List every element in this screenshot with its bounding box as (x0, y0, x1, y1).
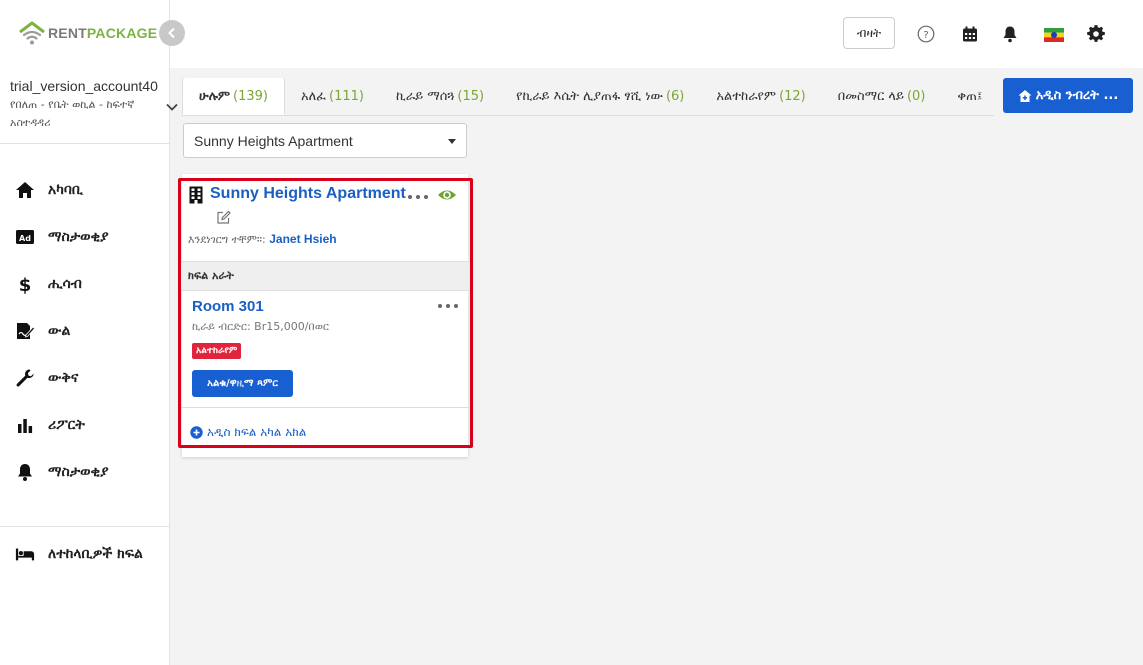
tab-under-maintenance[interactable]: በመስማር ላይ (0) (822, 78, 942, 115)
add-room-label: አዲስ ክፍል አካል አክል (207, 425, 307, 439)
building-icon (189, 186, 203, 204)
tab-label: አልተከራየም (716, 88, 777, 104)
add-property-button[interactable]: አዲስ ንብረት ... (1003, 78, 1133, 113)
sidebar-divider (0, 143, 170, 144)
top-bar: ብዛት ? (170, 0, 1143, 68)
rent-label: ኪራይ ብርድር: (192, 320, 251, 333)
room-name-link[interactable]: Room 301 (192, 298, 264, 315)
sidebar-extra: ለተከላቢዎች ክፍል (0, 530, 170, 577)
tab-label: ሁሉም (199, 88, 231, 104)
property-select[interactable]: Sunny Heights Apartment (183, 123, 467, 158)
add-property-label: አዲስ ንብረት ... (1035, 88, 1119, 103)
dollar-icon: $ (14, 273, 36, 295)
property-select-value: Sunny Heights Apartment (194, 132, 353, 149)
calendar-icon[interactable] (960, 24, 980, 44)
sidebar-collapse-button[interactable] (159, 20, 185, 46)
plus-circle-icon (190, 426, 203, 439)
room-more-icon[interactable] (438, 301, 458, 311)
account-role: የበለጠ - የቤት ወኪል - ከፍተኛ አስተዳዳሪ (10, 98, 135, 129)
account-name: trial_version_account40 (10, 78, 158, 94)
tab-label: በመስማር ላይ (837, 88, 904, 104)
sidebar-item-label: ውቅና (48, 369, 79, 386)
bell-icon (14, 461, 36, 483)
edit-icon[interactable] (216, 210, 231, 225)
managed-by: እንደነገርግ ተቸም።: Janet Hsieh (188, 232, 337, 247)
brand-logo[interactable]: RENTPACKAGE (18, 20, 157, 46)
sidebar-item-label: ውል (48, 322, 71, 339)
manager-link[interactable]: Janet Hsieh (269, 232, 336, 246)
chevron-down-icon[interactable] (165, 100, 179, 114)
flag-icon[interactable] (1044, 28, 1064, 42)
sidebar-item-label: ለተከላቢዎች ክፍል (48, 545, 143, 562)
sidebar-item-label: አካባቢ (48, 181, 83, 198)
tab-count: (111) (329, 88, 364, 104)
tab-count: (139) (233, 88, 268, 104)
eye-icon[interactable] (437, 187, 457, 203)
tab-rent-due[interactable]: ኪራይ ማሰጓ (15) (380, 78, 500, 115)
tab-expired[interactable]: አለፈ (111) (285, 78, 380, 115)
settings-gear-icon[interactable] (1086, 24, 1106, 44)
tab-label: ኪራይ ማሰጓ (395, 88, 455, 104)
sidebar-item-label: ሪፖርት (48, 416, 85, 433)
tab-count: (12) (779, 88, 806, 104)
sidebar-item-label: ሒሳብ (48, 275, 82, 292)
help-icon[interactable]: ? (916, 24, 936, 44)
sidebar-item-label: ማስታወቂያ (48, 228, 109, 245)
sidebar-item-location[interactable]: አካባቢ (0, 166, 170, 213)
ad-icon: Ad (14, 226, 36, 248)
account-switcher[interactable]: trial_version_account40 የበለጠ - የቤት ወኪል -… (10, 78, 180, 132)
more-button[interactable]: ብዛት (843, 17, 895, 49)
notification-bell-icon[interactable] (1000, 24, 1020, 44)
svg-text:Ad: Ad (19, 234, 31, 243)
status-badge: አልተከራየም (192, 343, 242, 359)
caret-down-icon (448, 139, 456, 144)
tab-label: የኪራይ እሴት ሊያጠፋ ፃሺ ነው (516, 88, 663, 104)
contract-icon (14, 320, 36, 342)
sidebar-item-label: ማስታወቂያ (48, 463, 109, 480)
sidebar-item-notifications[interactable]: ማስታወቂያ (0, 448, 170, 495)
tab-count: (6) (665, 88, 685, 104)
property-more-icon[interactable] (408, 192, 428, 202)
bed-icon (14, 543, 36, 565)
add-room-link[interactable]: አዲስ ክፍል አካል አክል (190, 425, 306, 440)
tab-count: (0) (906, 88, 926, 104)
svg-text:$: $ (19, 275, 32, 294)
sidebar-item-accounting[interactable]: $ ሒሳብ (0, 260, 170, 307)
property-title-link[interactable]: Sunny Heights Apartment (210, 185, 406, 203)
report-icon (14, 414, 36, 436)
tab-more[interactable]: ቀጠ፤ (941, 78, 994, 115)
sidebar: RENTPACKAGE trial_version_account40 የበለጠ… (0, 0, 178, 665)
tab-all[interactable]: ሁሉም (139) (182, 78, 285, 115)
tab-count: (15) (457, 88, 485, 104)
tab-vacant[interactable]: አልተከራየም (12) (700, 78, 821, 115)
sidebar-item-maintenance[interactable]: ውቅና (0, 354, 170, 401)
brand-name: RENTPACKAGE (48, 25, 158, 41)
section-header: ክፍል አራት (181, 261, 469, 291)
chevron-left-icon (168, 27, 175, 39)
tab-expiring-soon[interactable]: የኪራይ እሴት ሊያጠፋ ፃሺ ነው (6) (500, 78, 700, 115)
sidebar-item-tenant-room[interactable]: ለተከላቢዎች ክፍል (0, 530, 170, 577)
sidebar-item-report[interactable]: ሪፖርት (0, 401, 170, 448)
room-rent: ኪራይ ብርድር: Br15,000/በወር (192, 320, 329, 334)
sidebar-divider (0, 526, 170, 527)
home-icon (14, 179, 36, 201)
room-divider (181, 407, 469, 408)
house-add-icon (1018, 89, 1032, 102)
tab-label: ቀጠ፤ (957, 88, 983, 104)
rent-value: Br15,000/በወር (254, 320, 329, 333)
managed-by-label: እንደነገርግ ተቸም።: (188, 233, 266, 246)
sidebar-item-ads[interactable]: Ad ማስታወቂያ (0, 213, 170, 260)
sidebar-nav: አካባቢ Ad ማስታወቂያ $ ሒሳብ ውል ውቅና ሪፖርት ማስታወቂያ (0, 166, 170, 495)
tab-label: አለፈ (301, 88, 327, 104)
wifi-house-icon (19, 21, 45, 45)
svg-text:?: ? (923, 30, 928, 41)
sidebar-item-contract[interactable]: ውል (0, 307, 170, 354)
wrench-icon (14, 367, 36, 389)
status-tabs: ሁሉም (139) አለፈ (111) ኪራይ ማሰጓ (15) የኪራይ እሴት ሊ… (182, 78, 994, 116)
room-action-button[interactable]: አልቁ/ዋዚማ ጻምር (192, 370, 293, 397)
